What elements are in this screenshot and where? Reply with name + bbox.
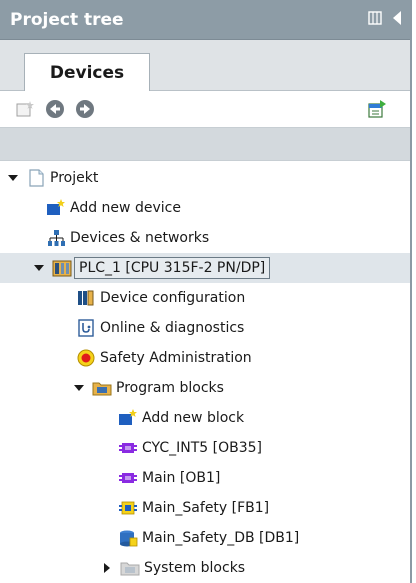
tree-item-safety-administration[interactable]: Safety Administration [0,343,410,373]
tree-item-label: PLC_1 [CPU 315F-2 PN/DP] [74,257,271,279]
tree-item-online-diagnostics[interactable]: Online & diagnostics [0,313,410,343]
panel-titlebar: Project tree [0,0,410,40]
titlebar-controls [368,10,402,30]
project-tree-panel: Project tree Devices Projekt Add new dev… [0,0,412,583]
add-block-icon [118,408,138,428]
function-block-icon [118,498,138,518]
tree-item-label: Projekt [50,170,99,186]
project-icon [26,168,46,188]
tree-item-program-blocks[interactable]: Program blocks [0,373,410,403]
tree-item-projekt[interactable]: Projekt [0,163,410,193]
layout-toggle-icon[interactable] [368,10,382,29]
forward-icon[interactable] [74,98,96,120]
tree-item-plc[interactable]: PLC_1 [CPU 315F-2 PN/DP] [0,253,410,283]
data-block-icon [118,528,138,548]
add-device-icon [46,198,66,218]
tree-toolbar [0,91,410,127]
expand-arrow-icon[interactable] [32,261,46,275]
tree-item-devices-networks[interactable]: Devices & networks [0,223,410,253]
tree-item-label: Devices & networks [70,230,210,246]
diagnostics-icon [76,318,96,338]
device-config-icon [76,288,96,308]
tree-item-label: System blocks [144,560,246,576]
organization-block-icon [118,468,138,488]
back-icon[interactable] [44,98,66,120]
new-item-icon[interactable] [14,98,36,120]
panel-title: Project tree [10,9,124,30]
tree-item-label: Main [OB1] [142,470,221,486]
organization-block-icon [118,438,138,458]
tree-item-label: Safety Administration [100,350,252,366]
folder-icon [120,558,140,578]
tree-item-label: Add new block [142,410,245,426]
network-icon [46,228,66,248]
tree-item-label: Main_Safety_DB [DB1] [142,530,300,546]
tree-item-main-safety-fb1[interactable]: Main_Safety [FB1] [0,493,410,523]
folder-icon [92,378,112,398]
tab-devices[interactable]: Devices [24,53,150,91]
save-export-icon[interactable] [366,98,388,120]
tree-item-label: Online & diagnostics [100,320,245,336]
collapsed-arrow-icon[interactable] [100,561,114,575]
tree-item-cyc-int5[interactable]: CYC_INT5 [OB35] [0,433,410,463]
filter-bar [0,127,410,161]
tree-item-main-ob1[interactable]: Main [OB1] [0,463,410,493]
safety-icon [76,348,96,368]
tree-item-main-safety-db[interactable]: Main_Safety_DB [DB1] [0,523,410,553]
tree-item-label: Device configuration [100,290,246,306]
tree-item-system-blocks[interactable]: System blocks [0,553,410,583]
tree-item-add-new-device[interactable]: Add new device [0,193,410,223]
tree-item-label: Add new device [70,200,181,216]
expand-arrow-icon[interactable] [72,381,86,395]
plc-icon [52,258,72,278]
collapse-left-icon[interactable] [392,10,402,30]
tree-item-label: Main_Safety [FB1] [142,500,270,516]
tab-strip: Devices [0,40,410,91]
tree-item-label: CYC_INT5 [OB35] [142,440,262,456]
tree-item-device-configuration[interactable]: Device configuration [0,283,410,313]
tab-devices-label: Devices [49,62,125,83]
tree-item-add-new-block[interactable]: Add new block [0,403,410,433]
project-tree: Projekt Add new device Devices & network… [0,161,410,583]
expand-arrow-icon[interactable] [6,171,20,185]
tree-item-label: Program blocks [116,380,224,396]
